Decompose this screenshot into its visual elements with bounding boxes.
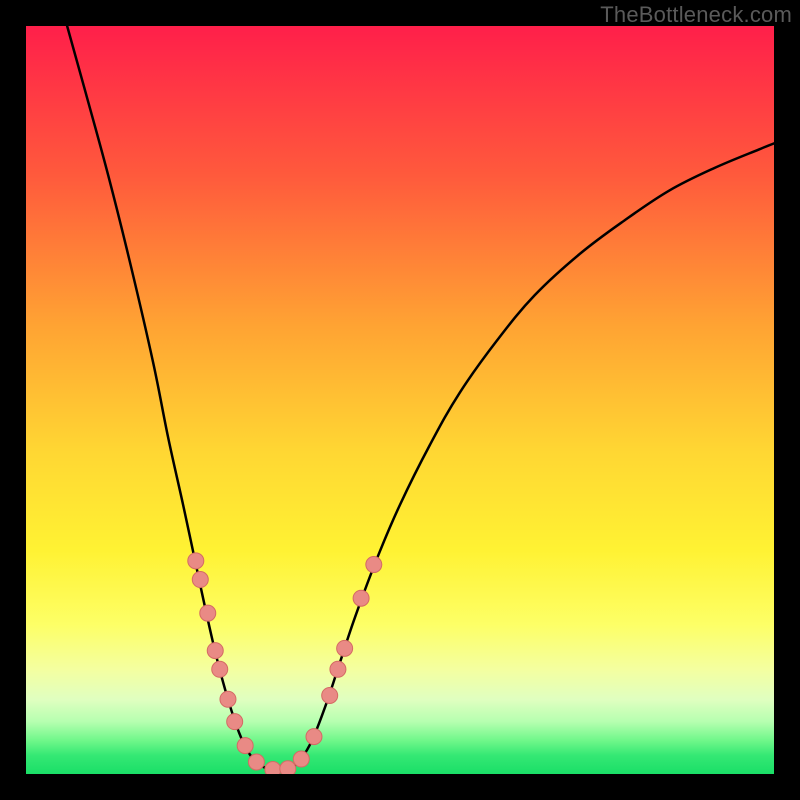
data-marker <box>265 762 281 774</box>
data-marker <box>227 714 243 730</box>
data-marker <box>207 643 223 659</box>
data-marker <box>366 557 382 573</box>
data-marker <box>330 661 346 677</box>
data-marker <box>237 738 253 754</box>
data-marker <box>353 590 369 606</box>
plot-area <box>26 26 774 774</box>
data-markers <box>26 26 774 774</box>
data-marker <box>192 572 208 588</box>
data-marker <box>306 729 322 745</box>
data-marker <box>212 661 228 677</box>
data-marker <box>188 553 204 569</box>
data-marker <box>248 754 264 770</box>
data-marker <box>337 640 353 656</box>
chart-frame: TheBottleneck.com <box>0 0 800 800</box>
data-marker <box>200 605 216 621</box>
data-marker <box>220 691 236 707</box>
data-marker <box>280 761 296 774</box>
data-marker <box>322 687 338 703</box>
watermark-text: TheBottleneck.com <box>600 2 792 28</box>
data-marker <box>293 751 309 767</box>
